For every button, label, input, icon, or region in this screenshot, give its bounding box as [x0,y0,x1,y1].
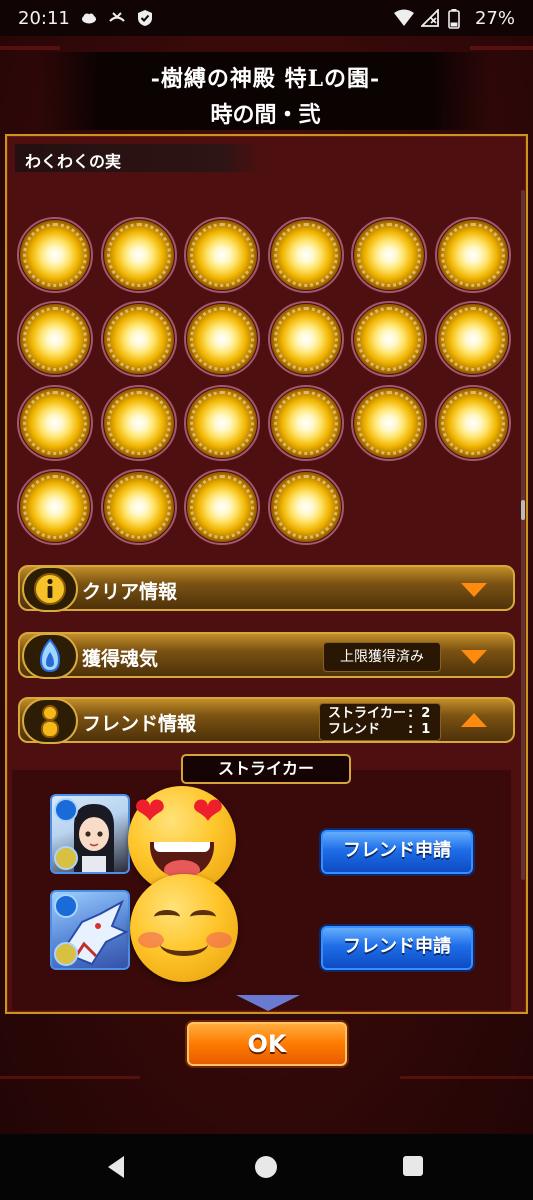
fruit-item [17,301,93,377]
fruit-item [267,469,344,545]
fruit-item [351,301,427,377]
recents-icon[interactable] [403,1156,423,1176]
friend-request-button[interactable]: フレンド申請 [319,924,475,972]
navigation-bar [0,1134,533,1200]
clear-info-label: クリア情報 [82,581,178,603]
striker-count-label: ストライカー [328,706,407,721]
missed-call-icon [108,9,126,27]
fruit-item [100,217,177,293]
count-separator: : [408,722,414,737]
heart-eye-left-icon: ❤ [134,789,166,833]
ok-button[interactable]: OK [185,1020,349,1068]
emoji-eye [154,910,180,924]
heart-eye-right-icon: ❤ [192,789,224,833]
stage-title: -樹縛の神殿 特Lの園- [150,66,381,92]
status-bar: 20:11 27% [0,0,533,36]
friend-info-label: フレンド情報 [82,713,197,735]
count-separator: : [408,706,414,721]
fruit-item [267,301,344,377]
fruit-item [267,217,344,293]
status-left: 20:11 [18,8,154,29]
fruit-item [267,385,344,461]
striker-count-row: ストライカー : 2 [328,706,432,722]
striker-count-value: 2 [421,706,431,721]
girl-character-avatar[interactable] [50,794,130,874]
fruit-item [100,301,177,377]
fruit-item [17,385,93,461]
friend-icon [22,698,78,744]
element-badge-icon [54,798,78,822]
cloud-icon [80,9,98,27]
friend-request-button[interactable]: フレンド申請 [319,828,475,876]
decor-line [0,46,60,50]
status-right: 27% [393,7,515,29]
friend-count-row: フレンド : 1 [328,722,432,738]
decor-line [0,1076,140,1079]
expand-arrow-icon[interactable] [461,583,487,597]
smiling-emoji [130,874,238,982]
friend-count-value: 1 [421,722,431,737]
fruit-item [100,385,177,461]
scrollbar-thumb[interactable] [521,500,525,520]
fruit-item [434,217,511,293]
decor-line [400,1076,533,1079]
decor-line [470,46,533,50]
friend-count-label: フレンド [328,722,381,737]
battery-icon [448,9,466,29]
expand-arrow-icon[interactable] [461,650,487,664]
status-time: 20:11 [18,7,70,29]
stage-subtitle: 時の間・弐 [210,102,321,128]
wifi-icon [393,9,414,27]
fruit-item [184,469,260,545]
battery-percent: 27% [474,7,515,29]
scrollbar[interactable] [521,190,525,880]
emoji-mouth [150,842,214,878]
soul-flame-icon [22,633,78,679]
element-badge-icon [54,894,78,918]
rank-badge-icon [54,846,78,870]
fruit-item [351,217,427,293]
no-signal-icon [419,7,439,27]
striker-tab[interactable]: ストライカー [181,754,351,784]
fruit-item [184,301,260,377]
back-icon[interactable] [108,1156,124,1178]
collapse-arrow-icon[interactable] [461,713,487,727]
shield-icon [136,9,154,27]
info-icon [22,566,78,612]
soul-gain-bar[interactable]: 獲得魂気 上限獲得済み [18,632,515,679]
fruit-item [17,217,93,293]
dragon-character-avatar[interactable] [50,890,130,970]
fruit-item [184,385,260,461]
scroll-down-chevron-icon[interactable] [236,995,300,1011]
fruit-item [100,469,177,545]
emoji-mouth [160,932,208,956]
fruit-item [17,469,93,545]
fruit-item [351,385,427,461]
friend-info-bar[interactable]: フレンド情報 ストライカー : 2 フレンド : 1 [18,697,515,744]
rank-badge-icon [54,942,78,966]
fruit-item [434,301,511,377]
fruit-section-header: わくわくの実 [15,144,260,172]
emoji-eye [190,910,216,924]
fruit-item [184,217,260,293]
soul-gain-status: 上限獲得済み [323,642,441,672]
friend-counts-box: ストライカー : 2 フレンド : 1 [319,703,441,741]
home-icon[interactable] [255,1156,277,1178]
emoji-blush [206,932,232,948]
clear-info-bar[interactable]: クリア情報 [18,565,515,612]
fruit-item [434,385,511,461]
stage-title-banner: -樹縛の神殿 特Lの園- 時の間・弐 [38,52,493,130]
soul-gain-label: 獲得魂気 [82,648,159,670]
